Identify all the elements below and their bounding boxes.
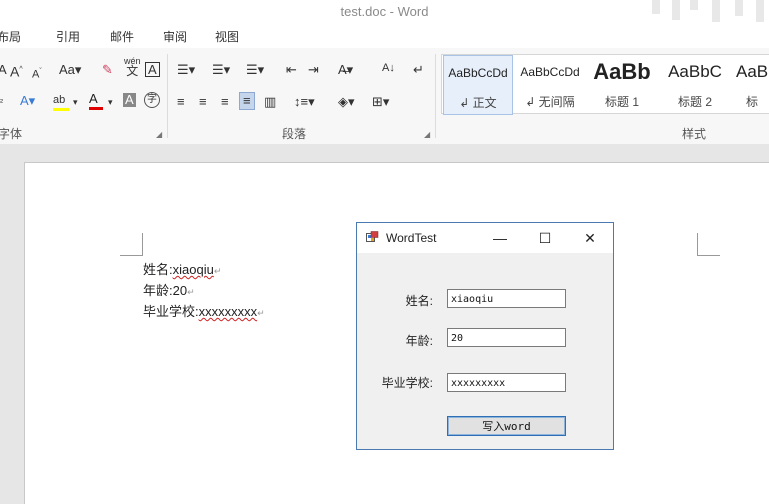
title-decoration bbox=[712, 0, 720, 22]
character-shading-icon[interactable]: A bbox=[123, 93, 136, 107]
margin-crop-mark bbox=[120, 233, 143, 256]
school-label: 毕业学校: bbox=[381, 376, 433, 390]
style-sample: AaBbC bbox=[668, 62, 722, 81]
increase-indent-icon[interactable]: ⇥ bbox=[308, 62, 319, 78]
font-size-box-edge[interactable]: A bbox=[0, 62, 7, 78]
doc-label: 姓名: bbox=[143, 262, 173, 277]
document-line-name[interactable]: 姓名:xiaoqiu↵ bbox=[143, 259, 221, 278]
style-name: 标题 2 bbox=[677, 95, 712, 109]
group-separator bbox=[167, 54, 168, 138]
word-title-bar: test.doc - Word bbox=[0, 0, 769, 22]
styles-gallery: AaBbCcDd ↲ 正文 AaBbCcDd ↲ 无间隔 AaBb 标题 1 A… bbox=[441, 54, 769, 115]
minimize-button[interactable]: — bbox=[483, 223, 517, 253]
distributed-icon[interactable]: ▥ bbox=[264, 94, 276, 110]
justify-icon[interactable]: ≡ bbox=[239, 92, 255, 110]
style-sample: AaBbCcDd bbox=[448, 66, 508, 80]
tab-references[interactable]: 引用 bbox=[56, 28, 80, 45]
style-no-spacing[interactable]: AaBbCcDd ↲ 无间隔 bbox=[515, 55, 585, 113]
doc-value: 20 bbox=[172, 283, 188, 298]
superscript-edge-icon[interactable]: ² bbox=[0, 94, 3, 110]
tab-layout[interactable]: 布局 bbox=[0, 28, 21, 45]
paragraph-mark: ↵ bbox=[187, 287, 195, 297]
tab-view[interactable]: 视图 bbox=[215, 28, 239, 45]
wordtest-dialog: WordTest — ☐ ✕ 姓名: xiaoqiu 年龄: 20 毕业学校: … bbox=[356, 222, 614, 450]
style-name: ↲ 正文 bbox=[459, 96, 497, 110]
font-color-dropdown-icon[interactable]: ▾ bbox=[108, 94, 113, 110]
change-case-button[interactable]: Aa▾ bbox=[59, 62, 81, 78]
title-decoration bbox=[735, 0, 743, 16]
align-left-icon[interactable]: ≡ bbox=[177, 94, 185, 110]
app-icon bbox=[366, 231, 379, 242]
style-sample: AaBbCcDd bbox=[520, 65, 580, 79]
paragraph-mark: ↵ bbox=[213, 266, 222, 276]
doc-value: xiaoqiu bbox=[172, 262, 214, 277]
shading-icon[interactable]: ◈▾ bbox=[338, 94, 355, 110]
font-color-icon[interactable]: A bbox=[89, 91, 103, 110]
align-center-icon[interactable]: ≡ bbox=[199, 94, 207, 110]
multilevel-list-icon[interactable]: ☰▾ bbox=[246, 62, 264, 78]
font-group-label: 字体 bbox=[0, 127, 23, 141]
name-label: 姓名: bbox=[405, 294, 433, 308]
style-sample: AaBl bbox=[736, 62, 769, 81]
write-word-button[interactable]: 写入word bbox=[447, 416, 566, 436]
paragraph-dialog-launcher-icon[interactable]: ◢ bbox=[424, 130, 430, 139]
style-heading-2[interactable]: AaBbC 标题 2 bbox=[660, 55, 730, 113]
document-line-age[interactable]: 年龄:20↵ bbox=[143, 280, 195, 299]
style-sample: AaBb bbox=[593, 59, 651, 84]
style-name: 标 bbox=[746, 95, 759, 109]
school-field[interactable]: xxxxxxxxx bbox=[447, 373, 566, 392]
paragraph-mark: ↵ bbox=[257, 308, 265, 318]
text-effects-icon[interactable]: A▾ bbox=[20, 93, 35, 109]
grow-font-icon[interactable]: A^ bbox=[10, 62, 23, 80]
enclose-characters-icon[interactable]: 字 bbox=[144, 92, 160, 108]
phonetic-guide-icon[interactable]: wén 文 bbox=[124, 56, 141, 77]
title-decoration bbox=[690, 0, 698, 10]
close-button[interactable]: ✕ bbox=[573, 223, 607, 253]
shrink-font-icon[interactable]: Aˇ bbox=[32, 64, 42, 83]
dialog-title-bar[interactable]: WordTest — ☐ ✕ bbox=[357, 223, 613, 253]
clear-formatting-icon[interactable]: ✎ bbox=[102, 62, 113, 78]
align-right-icon[interactable]: ≡ bbox=[221, 94, 229, 110]
age-label: 年龄: bbox=[405, 334, 433, 348]
line-spacing-icon[interactable]: ↕≡▾ bbox=[294, 94, 315, 110]
title-decoration bbox=[652, 0, 660, 14]
style-name: 标题 1 bbox=[604, 95, 639, 109]
style-heading-1[interactable]: AaBb 标题 1 bbox=[589, 55, 655, 113]
doc-label: 年龄: bbox=[143, 283, 173, 298]
maximize-button[interactable]: ☐ bbox=[528, 223, 562, 253]
sort-icon[interactable]: A↓ bbox=[382, 60, 395, 76]
show-formatting-marks-icon[interactable]: ↵ bbox=[413, 62, 424, 78]
doc-label: 毕业学校: bbox=[143, 304, 199, 319]
style-title[interactable]: AaBl 标 bbox=[734, 55, 769, 113]
highlight-color-icon[interactable]: ab bbox=[53, 91, 69, 111]
character-border-icon[interactable]: A bbox=[145, 62, 160, 77]
style-name: ↲ 无间隔 bbox=[525, 95, 575, 109]
tab-review[interactable]: 审阅 bbox=[163, 28, 187, 45]
style-normal[interactable]: AaBbCcDd ↲ 正文 bbox=[443, 55, 513, 115]
age-field[interactable]: 20 bbox=[447, 328, 566, 347]
tab-mailings[interactable]: 邮件 bbox=[110, 28, 134, 45]
decrease-indent-icon[interactable]: ⇤ bbox=[286, 62, 297, 78]
group-separator bbox=[435, 54, 436, 138]
phonetic-guide-bottom: 文 bbox=[126, 64, 139, 78]
ribbon: A A^ Aˇ Aa▾ ✎ wén 文 A ² A▾ ab ▾ A ▾ A 字 字… bbox=[0, 48, 769, 145]
borders-icon[interactable]: ⊞▾ bbox=[372, 94, 389, 110]
title-decoration bbox=[672, 0, 680, 20]
highlight-dropdown-icon[interactable]: ▾ bbox=[73, 94, 78, 110]
dialog-title: WordTest bbox=[386, 231, 437, 245]
ribbon-tab-bar: 布局 引用 邮件 审阅 视图 bbox=[0, 22, 769, 48]
title-decoration bbox=[756, 0, 764, 22]
bullets-icon[interactable]: ☰▾ bbox=[177, 62, 195, 78]
name-field[interactable]: xiaoqiu bbox=[447, 289, 566, 308]
styles-group-label: 样式 bbox=[682, 127, 707, 141]
document-line-school[interactable]: 毕业学校:xxxxxxxxx↵ bbox=[143, 301, 265, 320]
doc-value: xxxxxxxxx bbox=[198, 304, 258, 319]
font-dialog-launcher-icon[interactable]: ◢ bbox=[156, 130, 162, 139]
numbering-icon[interactable]: ☰▾ bbox=[212, 62, 230, 78]
margin-crop-mark bbox=[697, 233, 720, 256]
asian-layout-icon[interactable]: A̶▾ bbox=[338, 62, 353, 78]
change-case-label: Aa bbox=[59, 62, 75, 77]
paragraph-group-label: 段落 bbox=[282, 127, 307, 141]
